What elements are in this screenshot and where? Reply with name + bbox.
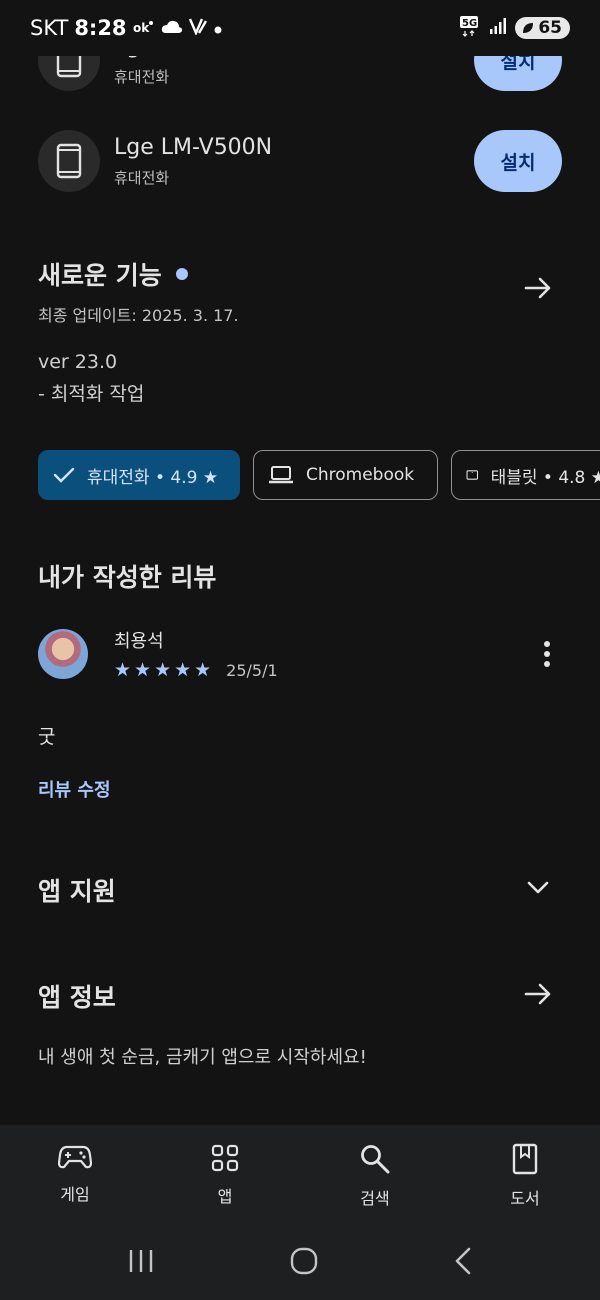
app-description: 내 생애 첫 순금, 금캐기 앱으로 시작하세요! xyxy=(38,1047,367,1068)
recent-apps-icon[interactable] xyxy=(127,1248,155,1278)
system-navigation-bar xyxy=(0,1225,600,1300)
cloud-icon xyxy=(161,16,183,40)
app-info-title: 앱 정보 xyxy=(38,983,116,1012)
reviewer-name: 최용석 xyxy=(114,631,164,652)
carrier-label: SKT xyxy=(30,16,69,40)
release-note-line: - 최적화 작업 xyxy=(38,383,145,405)
nav-label: 게임 xyxy=(60,1185,90,1204)
avatar xyxy=(38,629,88,679)
home-icon[interactable] xyxy=(289,1246,319,1280)
battery-level: 65 xyxy=(538,18,562,38)
app-info-row[interactable]: 앱 정보 xyxy=(38,978,562,1014)
app-support-row[interactable]: 앱 지원 xyxy=(38,872,562,908)
whats-new-section[interactable]: 새로운 기능 최종 업데이트: 2025. 3. 17. xyxy=(38,256,562,326)
check-icon xyxy=(53,467,75,483)
chip-tablet[interactable]: 태블릿 • 4.8 ★ xyxy=(451,450,600,500)
device-name: Lge LM-V500N xyxy=(114,135,273,160)
phone-icon xyxy=(38,130,100,192)
nav-label: 앱 xyxy=(217,1187,233,1206)
network-label: 5G xyxy=(462,18,477,29)
device-filter-chips: 휴대전화 • 4.9 ★ Chromebook 태블릿 • 4.8 ★ xyxy=(38,450,600,500)
signal-icon xyxy=(489,16,507,40)
battery-indicator: 65 xyxy=(515,17,570,39)
nav-books[interactable]: 도서 xyxy=(450,1125,600,1225)
vpn-icon xyxy=(188,16,207,40)
last-updated: 최종 업데이트: 2025. 3. 17. xyxy=(38,306,239,325)
bottom-navigation: 게임 앱 검색 도서 xyxy=(0,1125,600,1225)
device-type: 휴대전화 xyxy=(114,169,170,187)
nav-label: 검색 xyxy=(360,1189,390,1208)
nav-games[interactable]: 게임 xyxy=(0,1125,150,1225)
release-notes: ver 23.0 - 최적화 작업 xyxy=(38,346,144,410)
install-button[interactable]: 설치 xyxy=(474,130,562,192)
nav-search[interactable]: 검색 xyxy=(300,1125,450,1225)
app-support-title: 앱 지원 xyxy=(38,877,116,906)
ok-icon: ok xyxy=(133,16,155,40)
device-type: 휴대전화 xyxy=(114,68,170,86)
nav-label: 도서 xyxy=(510,1189,540,1208)
review-text: 굿 xyxy=(38,726,56,748)
laptop-icon xyxy=(269,466,293,484)
network-5g-icon: 5G xyxy=(459,15,481,42)
arrow-right-icon[interactable] xyxy=(522,978,554,1014)
version-text: ver 23.0 xyxy=(38,351,118,373)
tablet-icon xyxy=(466,470,479,480)
chip-chromebook[interactable]: Chromebook xyxy=(253,450,438,500)
whats-new-title: 새로운 기능 xyxy=(38,261,162,290)
clock: 8:28 xyxy=(74,16,127,40)
status-bar: SKT 8:28 ok 5G 65 xyxy=(0,0,600,56)
chevron-down-icon[interactable] xyxy=(526,880,550,900)
back-icon[interactable] xyxy=(453,1247,473,1279)
star-rating: ★★★★★ xyxy=(114,659,215,681)
review-date: 25/5/1 xyxy=(226,660,278,680)
leaf-icon xyxy=(523,23,534,33)
chip-label: 휴대전화 • 4.9 ★ xyxy=(87,467,219,488)
search-icon xyxy=(361,1145,390,1174)
arrow-right-icon[interactable] xyxy=(522,272,554,304)
chip-label: 태블릿 • 4.8 ★ xyxy=(490,467,600,488)
nav-apps[interactable]: 앱 xyxy=(150,1125,300,1225)
book-icon xyxy=(512,1143,538,1175)
edit-review-link[interactable]: 리뷰 수정 xyxy=(38,776,111,802)
device-row: Lge LM-V500N 휴대전화 설치 xyxy=(38,129,562,193)
more-options-icon[interactable] xyxy=(532,634,562,674)
chip-phone[interactable]: 휴대전화 • 4.9 ★ xyxy=(38,450,240,500)
apps-grid-icon xyxy=(211,1144,239,1172)
chip-label: Chromebook xyxy=(306,465,415,485)
my-review-title: 내가 작성한 리뷰 xyxy=(38,563,217,592)
notification-dot-icon xyxy=(213,16,223,40)
new-indicator-dot xyxy=(175,268,188,280)
gamepad-icon xyxy=(58,1145,92,1169)
svg-text:ok: ok xyxy=(133,21,150,35)
review-header: 최용석 ★★★★★ 25/5/1 xyxy=(38,622,562,686)
